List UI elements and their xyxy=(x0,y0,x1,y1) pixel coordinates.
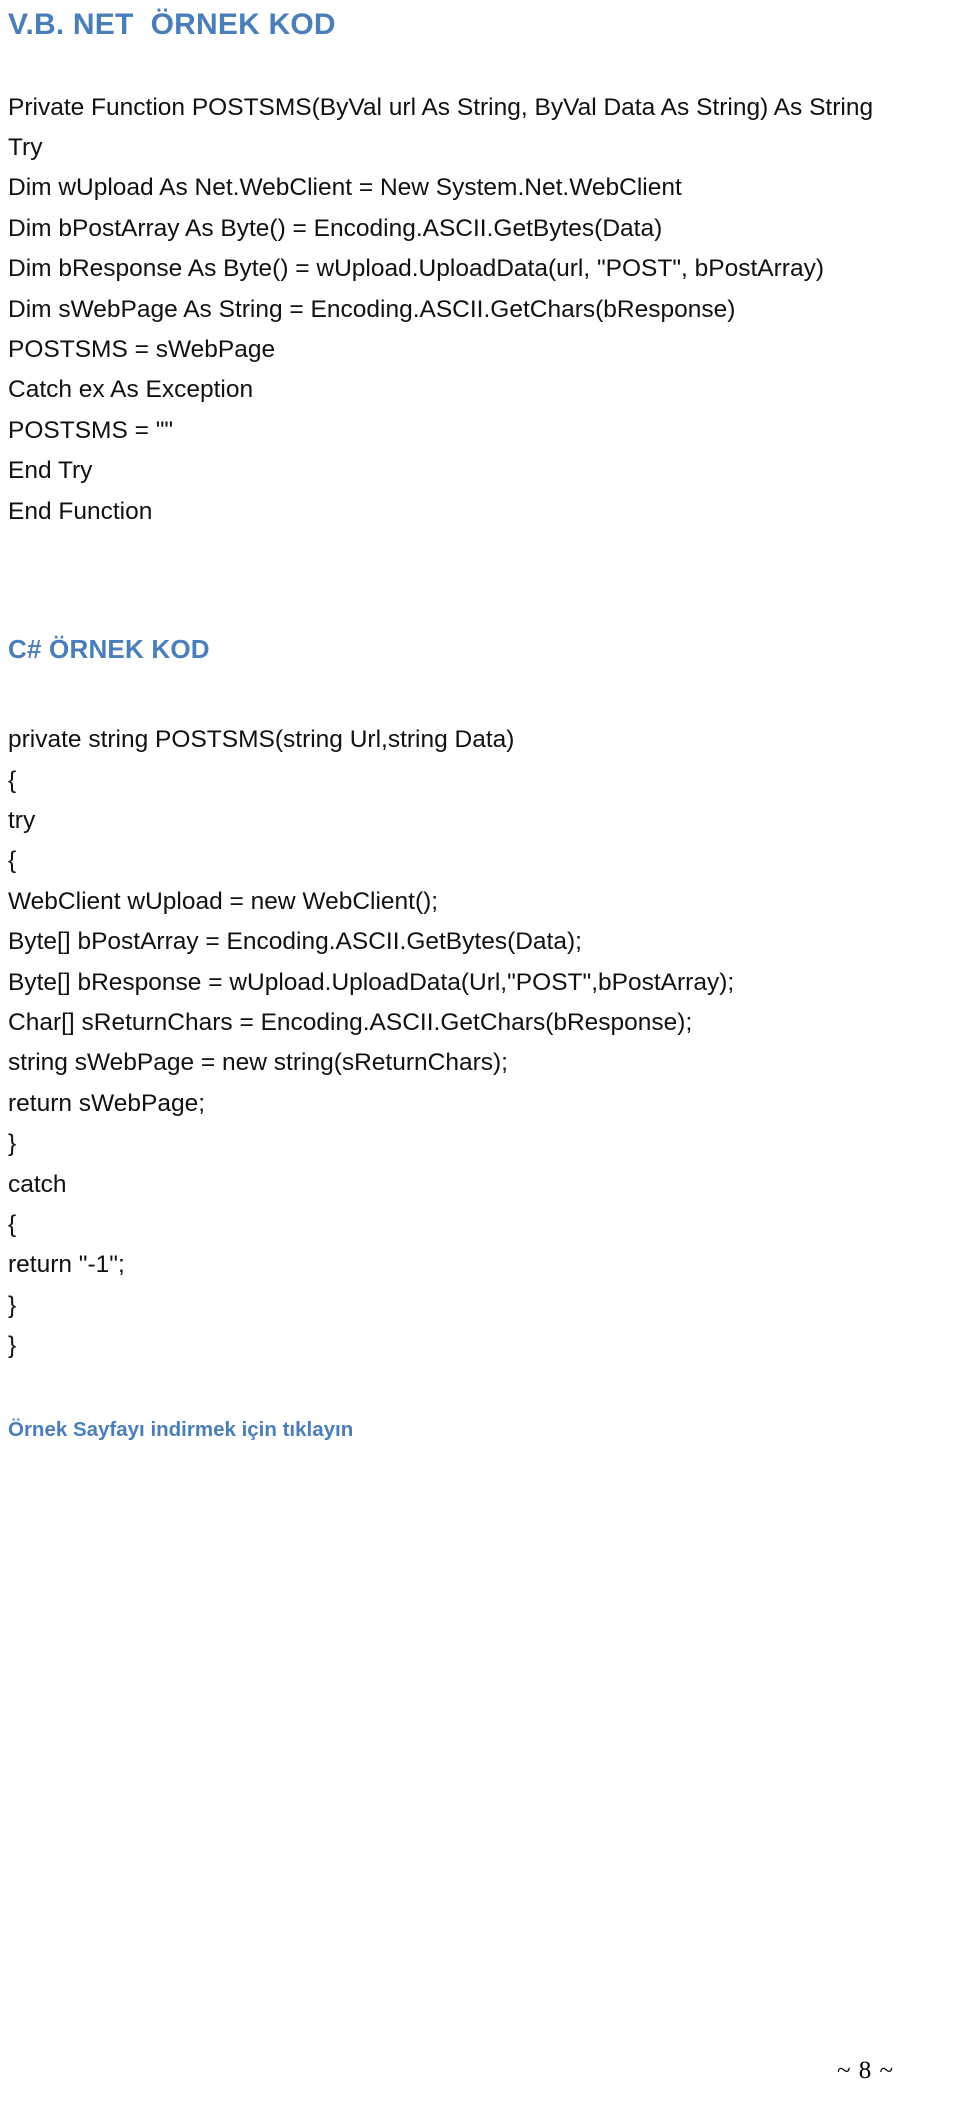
code-line: return sWebPage; xyxy=(8,1089,206,1117)
link-spacer xyxy=(8,1367,952,1417)
code-line: WebClient wUpload = new WebClient(); xyxy=(8,887,439,915)
code-line: End Try xyxy=(8,457,93,485)
code-line: catch xyxy=(8,1170,67,1198)
code-line: Char[] sReturnChars = Encoding.ASCII.Get… xyxy=(8,1009,693,1037)
code-line: Dim wUpload As Net.WebClient = New Syste… xyxy=(8,174,682,202)
code-block-csharp: private string POSTSMS(string Url,string… xyxy=(8,720,952,1367)
document-page: V.B. NET ÖRNEK KOD Private Function POST… xyxy=(0,0,960,2101)
code-line: string sWebPage = new string(sReturnChar… xyxy=(8,1049,508,1077)
code-line: Dim bPostArray As Byte() = Encoding.ASCI… xyxy=(8,214,663,242)
code-line: POSTSMS = sWebPage xyxy=(8,336,276,364)
code-line: Byte[] bPostArray = Encoding.ASCII.GetBy… xyxy=(8,928,582,956)
page-content: V.B. NET ÖRNEK KOD Private Function POST… xyxy=(8,0,952,1443)
section-heading-csharp: C# ÖRNEK KOD xyxy=(8,634,210,665)
code-line: Try xyxy=(8,134,43,161)
code-block-vbnet: Private Function POSTSMS(ByVal url As St… xyxy=(8,88,952,532)
code-line: } xyxy=(8,1130,17,1158)
code-line: { xyxy=(8,847,17,875)
code-line: { xyxy=(8,766,17,794)
code-line: Dim sWebPage As String = Encoding.ASCII.… xyxy=(8,295,736,323)
code-line: } xyxy=(8,1332,17,1360)
heading-code-spacer xyxy=(8,42,952,88)
code-line: End Function xyxy=(8,497,153,525)
page-number: ~ 8 ~ xyxy=(836,2057,894,2084)
code-line: private string POSTSMS(string Url,string… xyxy=(8,726,515,754)
code-line: } xyxy=(8,1291,17,1319)
heading-code-spacer xyxy=(8,664,952,720)
code-line: POSTSMS = "" xyxy=(8,416,174,444)
code-line: try xyxy=(8,806,36,834)
code-line: return "-1"; xyxy=(8,1251,125,1279)
code-line: Private Function POSTSMS(ByVal url As St… xyxy=(8,93,874,121)
download-sample-page-link[interactable]: Örnek Sayfayı indirmek için tıklayın xyxy=(8,1417,353,1444)
code-line: Catch ex As Exception xyxy=(8,376,254,404)
code-line: Dim bResponse As Byte() = wUpload.Upload… xyxy=(8,255,825,283)
section-heading-vbnet: V.B. NET ÖRNEK KOD xyxy=(8,8,336,41)
code-line: { xyxy=(8,1211,17,1239)
code-line: Byte[] bResponse = wUpload.UploadData(Ur… xyxy=(8,968,735,996)
